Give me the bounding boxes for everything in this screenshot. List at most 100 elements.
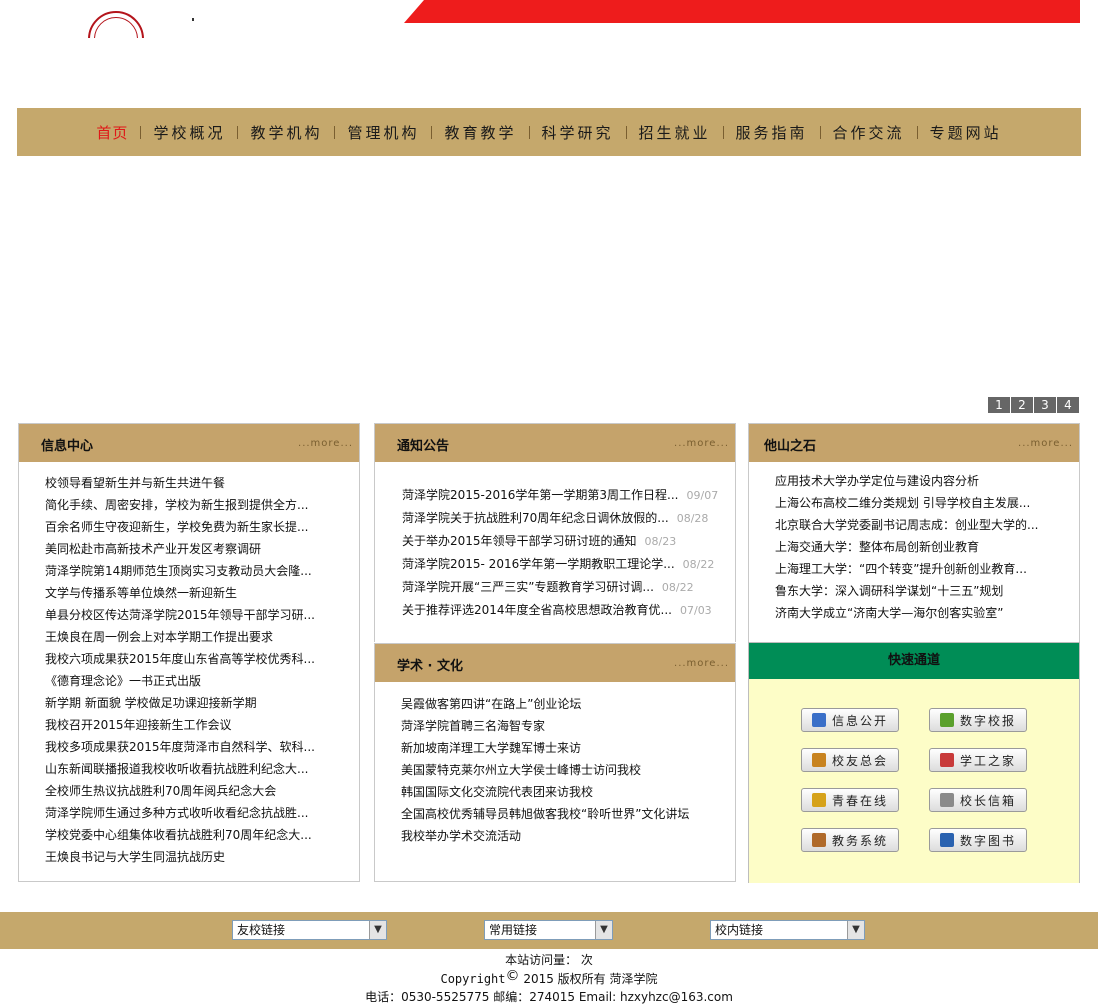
copyright-text: 2015 版权所有 菏泽学院 — [519, 972, 658, 986]
slider-page-1[interactable]: 1 — [988, 397, 1010, 413]
copyright: Copyright© 2015 版权所有 菏泽学院 — [0, 968, 1098, 987]
list-item[interactable]: 简化手续、周密安排，学校为新生报到提供全方... — [45, 494, 359, 516]
quick-button-label: 校长信箱 — [959, 793, 1016, 808]
header-red-band — [404, 0, 1080, 23]
list-item[interactable]: 关于推荐评选2014年度全省高校思想政治教育优... 07/03 — [402, 599, 735, 622]
notice-date: 08/22 — [682, 558, 715, 571]
list-item[interactable]: 吴霞做客第四讲“在路上”创业论坛 — [401, 693, 735, 715]
list-item[interactable]: 菏泽学院2015- 2016学年第一学期教职工理论学... 08/22 — [402, 553, 735, 576]
list-item[interactable]: 菏泽学院首聘三名海智专家 — [401, 715, 735, 737]
list-item[interactable]: 我校六项成果获2015年度山东省高等学校优秀科... — [45, 648, 359, 670]
site-header — [0, 0, 1098, 108]
list-item[interactable]: 山东新闻联播报道我校收听收看抗战胜利纪念大... — [45, 758, 359, 780]
quick-channel-title: 快速通道 — [749, 643, 1079, 679]
list-item[interactable]: 新学期 新面貌 学校做足功课迎接新学期 — [45, 692, 359, 714]
nav-item-education[interactable]: 教育教学 — [432, 122, 528, 143]
partner-schools-select[interactable]: 友校链接 ▼ — [232, 920, 387, 940]
list-item[interactable]: 我校多项成果获2015年度菏泽市自然科学、软科... — [45, 736, 359, 758]
notice-title: 菏泽学院2015- 2016学年第一学期教职工理论学... — [402, 557, 675, 571]
copyright-symbol: © — [505, 968, 520, 984]
internal-links-select[interactable]: 校内链接 ▼ — [710, 920, 865, 940]
list-item[interactable]: 菏泽学院关于抗战胜利70周年纪念日调休放假的... 08/28 — [402, 507, 735, 530]
digital-library-button[interactable]: 数字图书 — [929, 828, 1027, 852]
slider-page-4[interactable]: 4 — [1057, 397, 1079, 413]
footer-links-bar: 友校链接 ▼ 常用链接 ▼ 校内链接 ▼ — [0, 912, 1098, 949]
slider-page-2[interactable]: 2 — [1011, 397, 1033, 413]
list-item[interactable]: 王焕良书记与大学生同温抗战历史 — [45, 846, 359, 868]
nav-item-special-sites[interactable]: 专题网站 — [918, 122, 1014, 143]
header-mark — [192, 18, 194, 21]
common-links-select[interactable]: 常用链接 ▼ — [484, 920, 613, 940]
list-item[interactable]: 关于举办2015年领导干部学习研讨班的通知 08/23 — [402, 530, 735, 553]
trash-icon — [811, 833, 826, 847]
more-link[interactable]: ...more... — [674, 438, 729, 449]
list-item[interactable]: 韩国国际文化交流院代表团来访我校 — [401, 781, 735, 803]
nav-item-admissions[interactable]: 招生就业 — [627, 122, 723, 143]
chevron-down-icon: ▼ — [595, 921, 612, 939]
nav-item-overview[interactable]: 学校概况 — [141, 122, 237, 143]
nav-item-home[interactable]: 首页 — [84, 122, 140, 143]
nav-item-teaching-units[interactable]: 教学机构 — [238, 122, 334, 143]
alumni-association-button[interactable]: 校友总会 — [801, 748, 899, 772]
list-item[interactable]: 单县分校区传达菏泽学院2015年领导干部学习研... — [45, 604, 359, 626]
slider-page-3[interactable]: 3 — [1034, 397, 1056, 413]
more-link[interactable]: ...more... — [298, 438, 353, 449]
quick-button-label: 学工之家 — [959, 753, 1016, 768]
list-item[interactable]: 菏泽学院师生通过多种方式收听收看纪念抗战胜... — [45, 802, 359, 824]
list-item[interactable]: 上海交通大学：整体布局创新创业教育 — [775, 536, 1079, 558]
more-link[interactable]: ...more... — [674, 658, 729, 669]
more-link[interactable]: ...more... — [1018, 438, 1073, 449]
digital-newspaper-button[interactable]: 数字校报 — [929, 708, 1027, 732]
quick-button-label: 数字校报 — [959, 713, 1016, 728]
other-schools-list: 应用技术大学办学定位与建设内容分析 上海公布高校二维分类规划 引导学校自主发展.… — [749, 462, 1079, 624]
school-logo[interactable] — [86, 8, 148, 38]
list-item[interactable]: 上海公布高校二维分类规划 引导学校自主发展... — [775, 492, 1079, 514]
list-item[interactable]: 全国高校优秀辅导员韩旭做客我校“聆听世界”文化讲坛 — [401, 803, 735, 825]
list-item[interactable]: 菏泽学院2015-2016学年第一学期第3周工作日程... 09/07 — [402, 484, 735, 507]
list-item[interactable]: 美国蒙特克莱尔州立大学侯士峰博士访问我校 — [401, 759, 735, 781]
list-item[interactable]: 百余名师生守夜迎新生，学校免费为新生家长提... — [45, 516, 359, 538]
list-item[interactable]: 学校党委中心组集体收看抗战胜利70周年纪念大... — [45, 824, 359, 846]
list-item[interactable]: 文学与传播系等单位焕然一新迎新生 — [45, 582, 359, 604]
list-item[interactable]: 北京联合大学党委副书记周志成：创业型大学的... — [775, 514, 1079, 536]
list-item[interactable]: 济南大学成立“济南大学—海尔创客实验室” — [775, 602, 1079, 624]
academic-affairs-system-button[interactable]: 教务系统 — [801, 828, 899, 852]
contact-info: 电话：0530-5525775 邮编：274015 Email: hzxyhzc… — [365, 990, 733, 1004]
list-item[interactable]: 菏泽学院开展“三严三实”专题教育学习研讨调... 08/22 — [402, 576, 735, 599]
info-disclosure-button[interactable]: 信息公开 — [801, 708, 899, 732]
folder-icon — [939, 713, 954, 727]
list-item[interactable]: 应用技术大学办学定位与建设内容分析 — [775, 470, 1079, 492]
list-item[interactable]: 上海理工大学：“四个转变”提升创新创业教育... — [775, 558, 1079, 580]
student-affairs-button[interactable]: 学工之家 — [929, 748, 1027, 772]
nav-item-cooperation[interactable]: 合作交流 — [821, 122, 917, 143]
list-item[interactable]: 王焕良在周一例会上对本学期工作提出要求 — [45, 626, 359, 648]
list-item[interactable]: 新加坡南洋理工大学魏军博士来访 — [401, 737, 735, 759]
panel-title: 信息中心 — [41, 439, 94, 454]
list-item[interactable]: 我校举办学术交流活动 — [401, 825, 735, 847]
notice-title: 菏泽学院关于抗战胜利70周年纪念日调休放假的... — [402, 511, 669, 525]
panel-title: 通知公告 — [397, 439, 450, 454]
list-item[interactable]: 校领导看望新生并与新生共进午餐 — [45, 472, 359, 494]
list-item[interactable]: 菏泽学院第14期师范生顶岗实习支教动员大会隆... — [45, 560, 359, 582]
list-item[interactable]: 全校师生热议抗战胜利70周年阅兵纪念大会 — [45, 780, 359, 802]
panel-title: 他山之石 — [764, 439, 817, 454]
nav-item-admin-units[interactable]: 管理机构 — [335, 122, 431, 143]
panel-header: 信息中心 ...more... — [19, 424, 359, 462]
notice-panel: 通知公告 ...more... 菏泽学院2015-2016学年第一学期第3周工作… — [374, 423, 736, 642]
list-item[interactable]: 《德育理念论》一书正式出版 — [45, 670, 359, 692]
nav-item-service-guide[interactable]: 服务指南 — [724, 122, 820, 143]
select-value: 校内链接 — [715, 923, 764, 937]
couple-icon — [939, 753, 954, 767]
nav-item-research[interactable]: 科学研究 — [530, 122, 626, 143]
list-item[interactable]: 美同松赴市高新技术产业开发区考察调研 — [45, 538, 359, 560]
panel-title: 学术 · 文化 — [397, 659, 463, 674]
chevron-down-icon: ▼ — [369, 921, 386, 939]
president-mailbox-button[interactable]: 校长信箱 — [929, 788, 1027, 812]
copyright-prefix: Copyright — [440, 972, 506, 986]
chevron-down-icon: ▼ — [847, 921, 864, 939]
list-item[interactable]: 我校召开2015年迎接新生工作会议 — [45, 714, 359, 736]
panel-header: 通知公告 ...more... — [375, 424, 735, 462]
notice-title: 关于推荐评选2014年度全省高校思想政治教育优... — [402, 603, 672, 617]
list-item[interactable]: 鲁东大学：深入调研科学谋划“十三五”规划 — [775, 580, 1079, 602]
youth-online-button[interactable]: 青春在线 — [801, 788, 899, 812]
